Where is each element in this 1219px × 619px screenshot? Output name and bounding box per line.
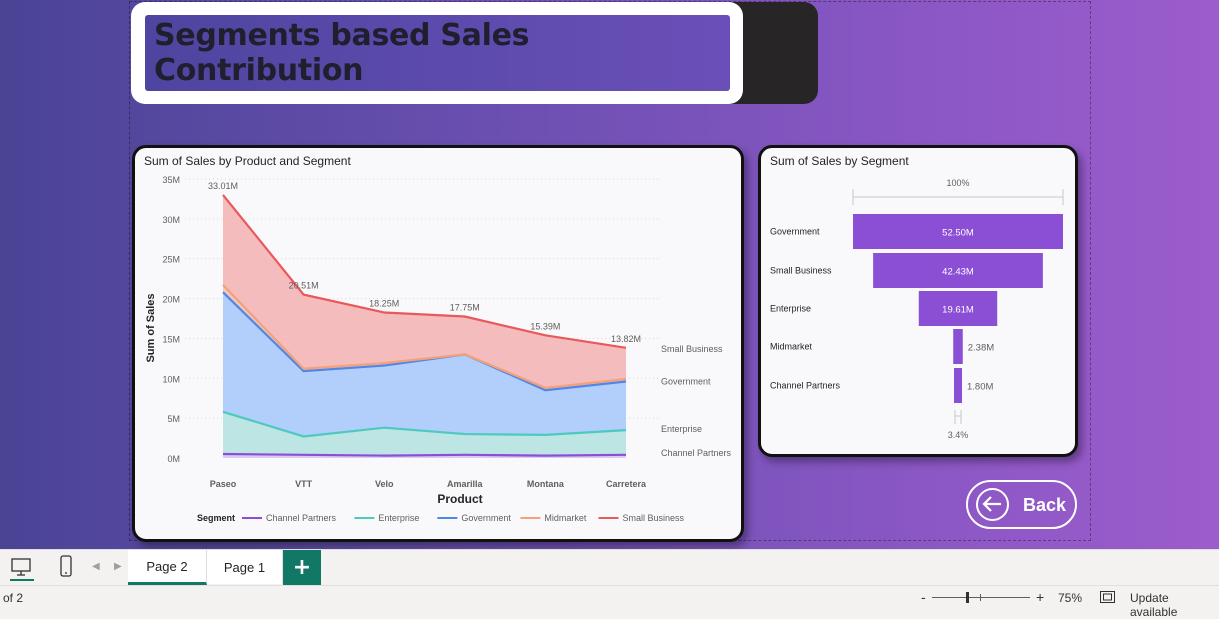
status-bar: of 2 - + 75% Update available xyxy=(0,585,1219,619)
zoom-slider-tick xyxy=(980,594,981,601)
funnel-value-label: 52.50M xyxy=(942,228,974,239)
total-label: 15.39M xyxy=(530,321,560,331)
y-tick-label: 20M xyxy=(162,295,180,305)
x-tick-label: Montana xyxy=(527,479,565,489)
y-tick-label: 15M xyxy=(162,334,180,344)
phone-icon[interactable] xyxy=(58,554,76,580)
tab-label: Page 1 xyxy=(223,559,266,575)
legend-label: Midmarket xyxy=(544,513,587,523)
end-label: Enterprise xyxy=(661,424,702,434)
total-label: 17.75M xyxy=(450,303,480,313)
end-label: Channel Partners xyxy=(661,448,732,458)
legend-label: Enterprise xyxy=(378,513,419,523)
legend-title: Segment xyxy=(197,513,235,523)
funnel-chart[interactable]: 100% Government 52.50M Small Business 42.43M… xyxy=(761,148,1075,454)
fit-page-icon[interactable] xyxy=(1100,591,1115,603)
x-tick-label: VTT xyxy=(295,479,313,489)
funnel-value-label: 42.43M xyxy=(942,267,974,278)
zoom-out-button[interactable]: - xyxy=(921,589,926,605)
tab-page-2[interactable]: Page 2 xyxy=(128,550,207,585)
funnel-category-label: Enterprise xyxy=(770,304,811,314)
end-label: Government xyxy=(661,376,711,386)
add-page-button[interactable]: + xyxy=(283,550,321,585)
end-label: Small Business xyxy=(661,344,723,354)
x-tick-label: Amarilla xyxy=(447,479,484,489)
report-canvas: Segments based Sales Contribution Sum of… xyxy=(0,0,1219,549)
funnel-bar xyxy=(953,329,963,364)
funnel-top-label: 100% xyxy=(946,178,969,188)
legend-label: Small Business xyxy=(623,513,685,523)
y-tick-label: 30M xyxy=(162,215,180,225)
funnel-category-label: Midmarket xyxy=(770,342,813,352)
y-axis-title: Sum of Sales xyxy=(145,293,157,362)
back-button[interactable]: Back xyxy=(966,480,1077,529)
y-tick-label: 5M xyxy=(167,414,180,424)
back-button-label: Back xyxy=(1023,495,1067,515)
funnel-category-label: Small Business xyxy=(770,266,832,276)
y-tick-label: 25M xyxy=(162,255,180,265)
legend-label: Government xyxy=(461,513,511,523)
total-label: 18.25M xyxy=(369,299,399,309)
funnel-value-label: 19.61M xyxy=(942,305,974,316)
funnel-bottom-label: 3.4% xyxy=(948,430,969,440)
update-available[interactable]: Update available xyxy=(1130,591,1219,619)
back-arrow-icon xyxy=(976,488,1009,521)
y-tick-label: 35M xyxy=(162,175,180,185)
legend-label: Channel Partners xyxy=(266,513,337,523)
y-tick-label: 0M xyxy=(167,454,180,464)
x-tick-label: Carretera xyxy=(606,479,647,489)
scroll-right-icon[interactable]: ▶ xyxy=(114,561,122,572)
desktop-icon[interactable] xyxy=(10,556,36,582)
total-label: 33.01M xyxy=(208,181,238,191)
page-title: Segments based Sales Contribution xyxy=(154,18,530,88)
zoom-slider[interactable] xyxy=(932,592,1030,603)
funnel-bar xyxy=(954,368,962,403)
area-chart[interactable]: 0M 5M 10M 15M 20M 25M 30M 35M 33.01M 20.51M 18.25M… xyxy=(135,148,741,539)
x-tick-label: Velo xyxy=(375,479,394,489)
zoom-slider-thumb[interactable] xyxy=(966,592,969,603)
funnel-value-label: 1.80M xyxy=(967,382,993,393)
funnel-category-label: Channel Partners xyxy=(770,381,841,391)
title-box: Segments based Sales Contribution xyxy=(145,15,730,91)
total-label: 20.51M xyxy=(289,281,319,291)
funnel-chart-card[interactable]: Sum of Sales by Segment 100% Government 52… xyxy=(758,145,1078,457)
page-tab-bar: ◀ ▶ Page 2 Page 1 + xyxy=(0,549,1219,586)
funnel-category-label: Government xyxy=(770,227,820,237)
x-axis-title: Product xyxy=(437,492,482,506)
tab-label: Page 2 xyxy=(146,558,188,574)
funnel-value-label: 2.38M xyxy=(968,343,994,354)
area-chart-card[interactable]: Sum of Sales by Product and Segment 0M 5M… xyxy=(132,145,744,542)
scroll-left-icon[interactable]: ◀ xyxy=(92,561,100,572)
tab-page-1[interactable]: Page 1 xyxy=(207,550,283,584)
zoom-in-button[interactable]: + xyxy=(1036,589,1044,605)
total-label: 13.82M xyxy=(611,334,641,344)
y-tick-label: 10M xyxy=(162,374,180,384)
zoom-level[interactable]: 75% xyxy=(1058,591,1082,605)
page-info: of 2 xyxy=(3,591,24,605)
x-tick-label: Paseo xyxy=(210,479,237,489)
